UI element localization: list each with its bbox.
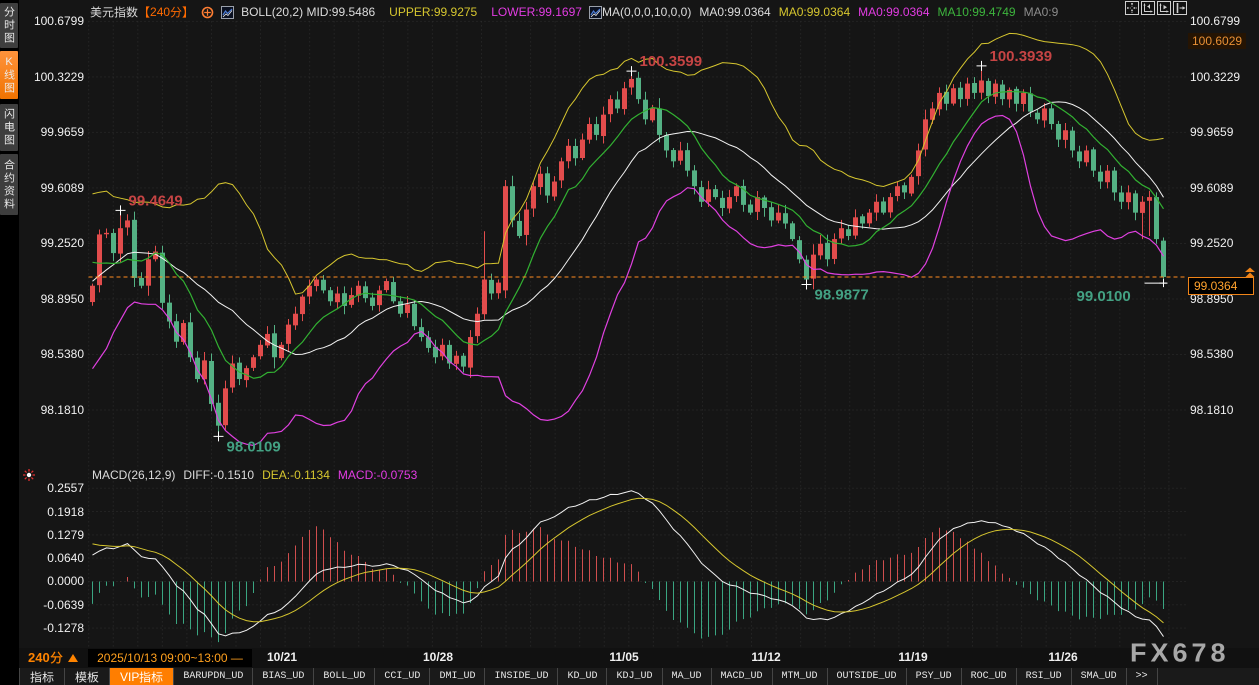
sidebar-tab-contract-info[interactable] bbox=[0, 154, 18, 215]
period-label: 240 bbox=[28, 650, 63, 665]
toolbar-item-biasud[interactable]: BIAS_UD bbox=[253, 668, 314, 685]
fx678-watermark: FX678 bbox=[1130, 639, 1230, 668]
period-tag: 240 bbox=[138, 5, 194, 19]
ma-readout: MA10:99.4749 bbox=[938, 5, 1016, 19]
toolbar-item->>[interactable]: >> bbox=[1127, 668, 1158, 685]
svg-text:98.9877: 98.9877 bbox=[815, 287, 869, 304]
toolbar-item-vip[interactable]: VIP bbox=[110, 668, 174, 685]
date-tick-label: 10/28 bbox=[423, 650, 453, 664]
toolbar-item-rsiud[interactable]: RSI_UD bbox=[1017, 668, 1072, 685]
toolbar-item-[interactable] bbox=[65, 668, 110, 685]
toolbar-item-barupdnud[interactable]: BARUPDN_UD bbox=[174, 668, 253, 685]
date-tick-label: 10/21 bbox=[267, 650, 297, 664]
toolbar-item-[interactable] bbox=[19, 668, 65, 685]
macd-histogram bbox=[93, 526, 1164, 642]
sidebar-tab-kline-chart[interactable]: K bbox=[0, 51, 18, 99]
ma-readout: MA0:9 bbox=[1024, 5, 1059, 19]
period-up-arrow[interactable] bbox=[68, 654, 78, 662]
target-circle-icon bbox=[201, 6, 214, 19]
date-tick-label: 11/26 bbox=[1048, 650, 1077, 664]
ma-indicator-icon bbox=[589, 6, 602, 19]
bar-time-range: 2025/10/13 09:00~13:00 bbox=[97, 651, 227, 665]
macd-name: MACD(26,12,9) bbox=[92, 468, 175, 482]
toolbar-item-mtmud[interactable]: MTM_UD bbox=[773, 668, 828, 685]
boll-readout: BOLL(20,2) MID:99.5486 bbox=[241, 5, 375, 19]
toolbar-item-insideud[interactable]: INSIDE_UD bbox=[485, 668, 558, 685]
ma-readout: MA0:99.0364 bbox=[858, 5, 929, 19]
indicator-line bbox=[93, 33, 1164, 294]
chart-tool-buttons bbox=[1125, 1, 1187, 15]
toolbar-item-rocud[interactable]: ROC_UD bbox=[962, 668, 1017, 685]
ma-readout: MA0:99.0364 bbox=[699, 5, 770, 19]
svg-text:100.3599: 100.3599 bbox=[640, 53, 703, 70]
move-crosshair-icon[interactable] bbox=[1125, 1, 1139, 15]
pan-right-icon[interactable] bbox=[1173, 1, 1187, 15]
macd-dea-readout: DEA:-0.1134 bbox=[262, 468, 330, 482]
toolbar-item-psyud[interactable]: PSY_UD bbox=[907, 668, 962, 685]
svg-text:100.3939: 100.3939 bbox=[990, 48, 1053, 65]
toolbar-item-outsideud[interactable]: OUTSIDE_UD bbox=[828, 668, 907, 685]
indicator-line bbox=[93, 92, 1164, 379]
sidebar-tab-time-share-chart[interactable] bbox=[0, 3, 18, 48]
sidebar-chart-type: K bbox=[0, 0, 19, 685]
svg-text:99.0100: 99.0100 bbox=[1077, 288, 1131, 305]
macd-settings-icon[interactable] bbox=[22, 468, 36, 482]
toolbar-item-smaud[interactable]: SMA_UD bbox=[1072, 668, 1127, 685]
indicator-line bbox=[93, 491, 1164, 637]
toolbar-item-kdud[interactable]: KD_UD bbox=[558, 668, 607, 685]
indicator-line bbox=[93, 102, 1164, 355]
price-annotations: 99.4649 98.0109 100.3599 98.9877 100.3939 99.… bbox=[116, 48, 1168, 456]
ma-readout: MA0:99.0364 bbox=[779, 5, 850, 19]
bar-info-box[interactable]: 2025/10/13 09:00~13:00 — bbox=[88, 649, 252, 667]
toolbar-item-maud[interactable]: MA_UD bbox=[663, 668, 712, 685]
toolbar-item-cciud[interactable]: CCI_UD bbox=[375, 668, 430, 685]
time-axis: 240 2025/10/13 09:00~13:00 — 10/21 10/28 1… bbox=[19, 648, 1259, 668]
chart-canvas[interactable]: 99.4649 98.0109 100.3599 98.9877 100.3939 99.… bbox=[19, 0, 1259, 648]
sidebar-tab-lightning-chart[interactable] bbox=[0, 104, 18, 151]
zoom-y-axis-icon[interactable] bbox=[1157, 1, 1171, 15]
ma-readouts: MA0:99.0364 MA0:99.0364 MA0:99.0364 MA10:99… bbox=[691, 5, 1058, 19]
indicator-toolbar: VIPBARUPDN_UDBIAS_UDBOLL_UDCCI_UDDMI_UDI… bbox=[19, 668, 1259, 685]
toolbar-item-dmiud[interactable]: DMI_UD bbox=[430, 668, 485, 685]
trading-app-window: 99.4649 98.0109 100.3599 98.9877 100.3939 99.… bbox=[0, 0, 1259, 685]
bar-width-indicator: — bbox=[231, 651, 243, 665]
boll-lower-readout: LOWER:99.1697 bbox=[491, 5, 582, 19]
indicator-line bbox=[93, 498, 1164, 623]
candles bbox=[90, 66, 1166, 437]
toolbar-item-bollud[interactable]: BOLL_UD bbox=[314, 668, 375, 685]
main-chart-header: 240 BOLL(20,2) MID:99.5486 UPPER:99.9275… bbox=[90, 4, 1058, 20]
date-tick-label: 11/05 bbox=[609, 650, 638, 664]
ma-params: MA(0,0,0,10,0,0) bbox=[602, 5, 691, 19]
symbol-title bbox=[90, 5, 138, 19]
svg-text:98.0109: 98.0109 bbox=[227, 438, 281, 455]
date-tick-label: 11/19 bbox=[898, 650, 927, 664]
toolbar-item-macdud[interactable]: MACD_UD bbox=[712, 668, 773, 685]
macd-macd-readout: MACD:-0.0753 bbox=[338, 468, 417, 482]
macd-header: MACD(26,12,9) DIFF:-0.1510 DEA:-0.1134 M… bbox=[92, 468, 417, 482]
zoom-x-axis-icon[interactable] bbox=[1141, 1, 1155, 15]
date-tick-label: 11/12 bbox=[751, 650, 780, 664]
svg-text:99.4649: 99.4649 bbox=[129, 192, 183, 209]
indicator-line bbox=[93, 116, 1164, 446]
toolbar-item-kdjud[interactable]: KDJ_UD bbox=[607, 668, 662, 685]
boll-indicator-icon bbox=[221, 6, 234, 19]
boll-upper-readout: UPPER:99.9275 bbox=[389, 5, 477, 19]
macd-diff-readout: DIFF:-0.1510 bbox=[183, 468, 254, 482]
